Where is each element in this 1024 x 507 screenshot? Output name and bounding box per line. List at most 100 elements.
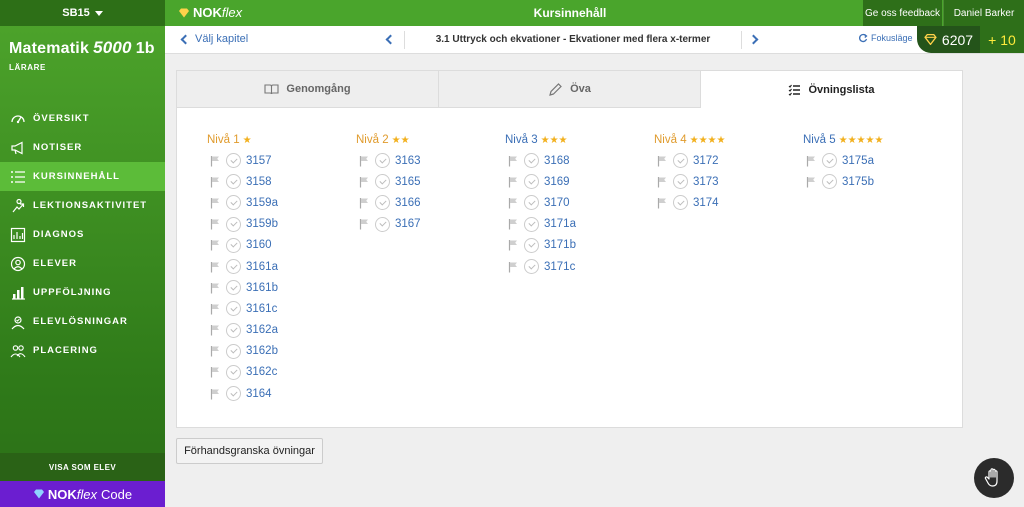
sidebar-item-placering[interactable]: PLACERING bbox=[0, 336, 165, 365]
user-menu[interactable]: Daniel Barker bbox=[943, 0, 1024, 26]
exercise-number[interactable]: 3167 bbox=[395, 218, 421, 230]
exercise-item[interactable]: 3161c bbox=[207, 298, 356, 319]
flag-icon[interactable] bbox=[657, 197, 671, 209]
exercise-item[interactable]: 3162b bbox=[207, 341, 356, 362]
flag-icon[interactable] bbox=[210, 239, 224, 251]
exercise-item[interactable]: 3161a bbox=[207, 256, 356, 277]
exercise-item[interactable]: 3172 bbox=[654, 150, 803, 171]
flag-icon[interactable] bbox=[508, 239, 522, 251]
flag-icon[interactable] bbox=[210, 218, 224, 230]
exercise-item[interactable]: 3157 bbox=[207, 150, 356, 171]
exercise-number[interactable]: 3163 bbox=[395, 155, 421, 167]
exercise-number[interactable]: 3162c bbox=[246, 366, 277, 378]
flag-icon[interactable] bbox=[508, 218, 522, 230]
flag-icon[interactable] bbox=[657, 176, 671, 188]
exercise-number[interactable]: 3172 bbox=[693, 155, 719, 167]
exercise-number[interactable]: 3162b bbox=[246, 345, 278, 357]
exercise-item[interactable]: 3161b bbox=[207, 277, 356, 298]
preview-exercises-button[interactable]: Förhandsgranska övningar bbox=[176, 438, 323, 464]
flag-icon[interactable] bbox=[210, 366, 224, 378]
flag-icon[interactable] bbox=[210, 324, 224, 336]
tab-ova[interactable]: Öva bbox=[439, 71, 701, 108]
exercise-item[interactable]: 3167 bbox=[356, 214, 505, 235]
exercise-item[interactable]: 3175b bbox=[803, 171, 952, 192]
exercise-item[interactable]: 3171b bbox=[505, 235, 654, 256]
exercise-number[interactable]: 3171b bbox=[544, 239, 576, 251]
flag-icon[interactable] bbox=[508, 176, 522, 188]
exercise-item[interactable]: 3169 bbox=[505, 171, 654, 192]
focus-mode-button[interactable]: Fokusläge bbox=[858, 33, 913, 43]
flag-icon[interactable] bbox=[210, 303, 224, 315]
exercise-number[interactable]: 3158 bbox=[246, 176, 272, 188]
exercise-number[interactable]: 3159a bbox=[246, 197, 278, 209]
flag-icon[interactable] bbox=[359, 176, 373, 188]
flag-icon[interactable] bbox=[210, 282, 224, 294]
exercise-item[interactable]: 3174 bbox=[654, 192, 803, 213]
flag-icon[interactable] bbox=[657, 155, 671, 167]
sidebar-item-lektionsaktivitet[interactable]: LEKTIONSAKTIVITET bbox=[0, 191, 165, 220]
previous-section-button[interactable] bbox=[385, 34, 396, 45]
view-as-student-button[interactable]: VISA SOM ELEV bbox=[0, 453, 165, 481]
sidebar-item-elever[interactable]: ELEVER bbox=[0, 249, 165, 278]
exercise-number[interactable]: 3175a bbox=[842, 155, 874, 167]
exercise-number[interactable]: 3161b bbox=[246, 282, 278, 294]
exercise-number[interactable]: 3162a bbox=[246, 324, 278, 336]
exercise-item[interactable]: 3162c bbox=[207, 362, 356, 383]
class-selector[interactable]: SB15 bbox=[0, 0, 165, 26]
exercise-number[interactable]: 3161c bbox=[246, 303, 277, 315]
exercise-number[interactable]: 3168 bbox=[544, 155, 570, 167]
exercise-number[interactable]: 3160 bbox=[246, 239, 272, 251]
exercise-item[interactable]: 3159a bbox=[207, 192, 356, 213]
sidebar-item-notiser[interactable]: NOTISER bbox=[0, 133, 165, 162]
flag-icon[interactable] bbox=[359, 218, 373, 230]
nokflex-code-link[interactable]: NOK flex Code bbox=[0, 481, 165, 507]
exercise-number[interactable]: 3174 bbox=[693, 197, 719, 209]
sidebar-item-kursinnehåll[interactable]: KURSINNEHÅLL bbox=[0, 162, 165, 191]
exercise-item[interactable]: 3164 bbox=[207, 383, 356, 404]
exercise-number[interactable]: 3161a bbox=[246, 261, 278, 273]
flag-icon[interactable] bbox=[806, 155, 820, 167]
exercise-number[interactable]: 3159b bbox=[246, 218, 278, 230]
exercise-item[interactable]: 3170 bbox=[505, 192, 654, 213]
flag-icon[interactable] bbox=[508, 197, 522, 209]
exercise-item[interactable]: 3171a bbox=[505, 214, 654, 235]
exercise-item[interactable]: 3162a bbox=[207, 320, 356, 341]
exercise-item[interactable]: 3160 bbox=[207, 235, 356, 256]
next-section-button[interactable] bbox=[748, 34, 759, 45]
exercise-number[interactable]: 3170 bbox=[544, 197, 570, 209]
tab-ovningslista[interactable]: Övningslista bbox=[701, 71, 962, 108]
flag-icon[interactable] bbox=[210, 261, 224, 273]
exercise-item[interactable]: 3173 bbox=[654, 171, 803, 192]
exercise-number[interactable]: 3166 bbox=[395, 197, 421, 209]
exercise-item[interactable]: 3166 bbox=[356, 192, 505, 213]
tab-genomgang[interactable]: Genomgång bbox=[177, 71, 439, 108]
sidebar-item-översikt[interactable]: ÖVERSIKT bbox=[0, 104, 165, 133]
flag-icon[interactable] bbox=[806, 176, 820, 188]
exercise-number[interactable]: 3169 bbox=[544, 176, 570, 188]
exercise-number[interactable]: 3175b bbox=[842, 176, 874, 188]
exercise-item[interactable]: 3168 bbox=[505, 150, 654, 171]
sidebar-item-diagnos[interactable]: DIAGNOS bbox=[0, 220, 165, 249]
flag-icon[interactable] bbox=[210, 388, 224, 400]
exercise-number[interactable]: 3157 bbox=[246, 155, 272, 167]
flag-icon[interactable] bbox=[359, 197, 373, 209]
exercise-number[interactable]: 3171c bbox=[544, 261, 575, 273]
flag-icon[interactable] bbox=[210, 176, 224, 188]
exercise-item[interactable]: 3165 bbox=[356, 171, 505, 192]
sidebar-item-elevlösningar[interactable]: ELEVLÖSNINGAR bbox=[0, 307, 165, 336]
feedback-button[interactable]: Ge oss feedback bbox=[863, 0, 942, 26]
exercise-number[interactable]: 3171a bbox=[544, 218, 576, 230]
flag-icon[interactable] bbox=[210, 345, 224, 357]
choose-chapter-link[interactable]: Välj kapitel bbox=[180, 33, 248, 45]
exercise-item[interactable]: 3158 bbox=[207, 171, 356, 192]
flag-icon[interactable] bbox=[508, 155, 522, 167]
exercise-item[interactable]: 3171c bbox=[505, 256, 654, 277]
flag-icon[interactable] bbox=[359, 155, 373, 167]
flag-icon[interactable] bbox=[210, 197, 224, 209]
exercise-number[interactable]: 3173 bbox=[693, 176, 719, 188]
exercise-item[interactable]: 3163 bbox=[356, 150, 505, 171]
exercise-item[interactable]: 3175a bbox=[803, 150, 952, 171]
flag-icon[interactable] bbox=[508, 261, 522, 273]
exercise-number[interactable]: 3164 bbox=[246, 388, 272, 400]
exercise-item[interactable]: 3159b bbox=[207, 214, 356, 235]
